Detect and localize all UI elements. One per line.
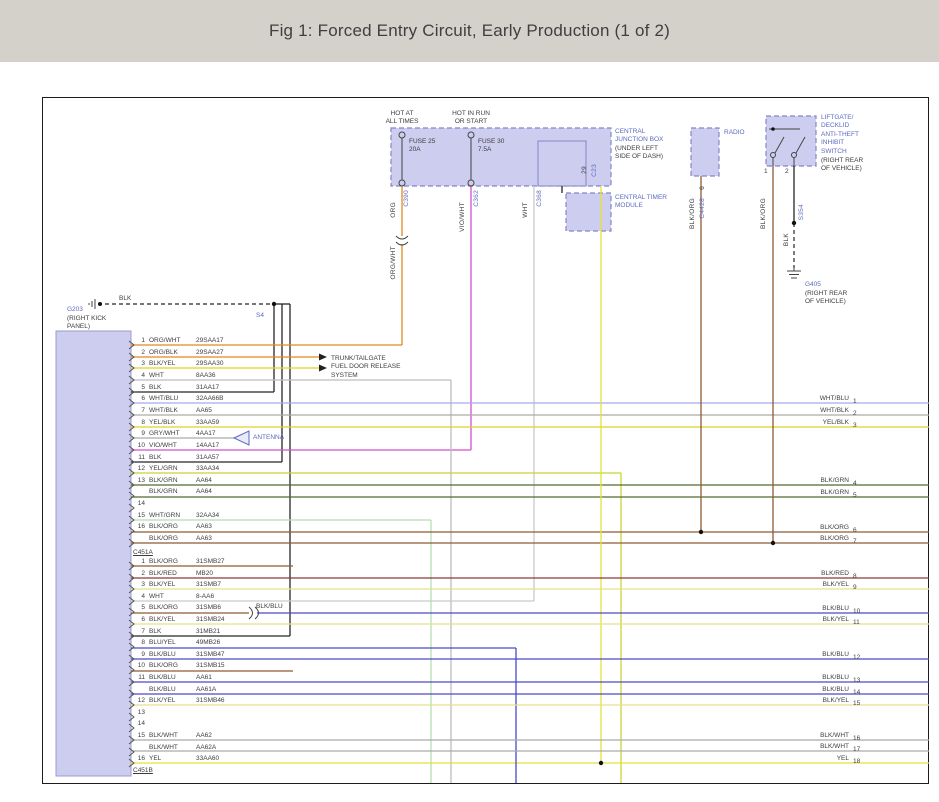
left-connector-block (56, 331, 131, 776)
component-boxes (56, 116, 816, 776)
wire-lines (98, 166, 929, 783)
arrow-icons (319, 354, 327, 372)
ground-icon-g203 (89, 299, 102, 309)
antenna-icon (234, 431, 249, 445)
ground-icon-g405 (787, 268, 801, 278)
junction-inner-connector (538, 141, 586, 186)
figure-title-bar: Fig 1: Forced Entry Circuit, Early Produ… (0, 0, 939, 62)
page-title: Fig 1: Forced Entry Circuit, Early Produ… (269, 21, 670, 41)
diagram-canvas: HOT AT ALL TIMES HOT IN RUN OR START FUS… (42, 97, 929, 784)
central-timer-module-box (566, 193, 611, 231)
wiring-svg (43, 98, 931, 786)
radio-box (691, 128, 719, 176)
wiring-diagram-page: Fig 1: Forced Entry Circuit, Early Produ… (0, 0, 939, 802)
